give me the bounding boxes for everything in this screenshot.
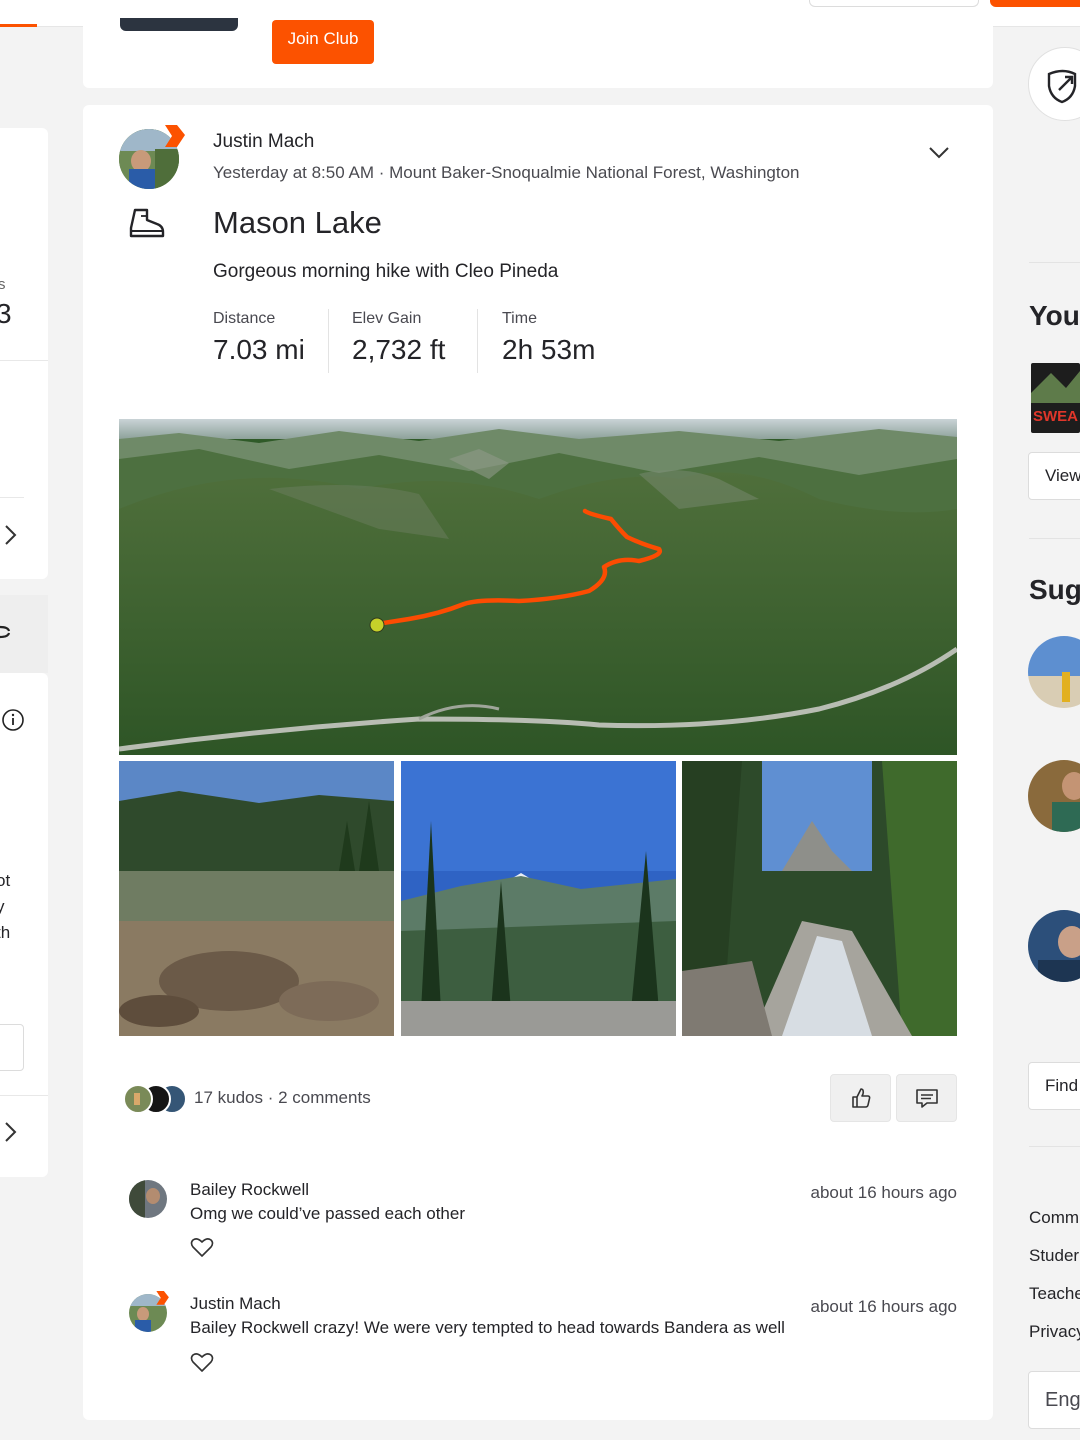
stat-value: 7.03 mi [213,334,305,365]
stat-label: Time [502,310,537,327]
comment-author[interactable]: Bailey Rockwell [190,1180,309,1200]
route-map-3d[interactable] [119,419,957,755]
view-all-clubs-button[interactable]: View [1028,452,1080,500]
comment-author[interactable]: Justin Mach [190,1294,281,1314]
left-stat-value: 3 [0,298,12,329]
footer-link[interactable]: Teache [1029,1284,1080,1304]
stat-distance: Distance 7.03 mi [213,310,305,374]
club-banner-fragment [120,18,238,31]
chevron-right-icon[interactable] [4,524,18,546]
comment-timestamp: about 16 hours ago [810,1183,957,1202]
search-field[interactable] [809,0,979,7]
athlete-name[interactable]: Justin Mach [213,131,314,153]
left-challenge-card: ot y th [0,673,48,1177]
stat-time: Time 2h 53m [502,310,595,374]
heart-icon[interactable] [190,1351,214,1373]
heart-icon[interactable] [190,1236,214,1258]
left-text-line: th [0,923,11,942]
badge-circle[interactable] [1028,47,1080,121]
left-button[interactable] [0,1024,24,1071]
description-text: Gorgeous morning hike with [213,261,455,282]
nav-active-indicator [0,24,37,27]
subscriber-badge-icon [156,1291,169,1305]
footer-link[interactable]: Comm [1029,1208,1079,1228]
subscriber-badge-icon [165,125,185,147]
divider [1029,262,1080,263]
activity-photo-lake[interactable] [119,761,394,1036]
mention-link[interactable]: Bailey Rockwell [190,1318,309,1337]
join-club-button[interactable]: Join Club [272,20,374,64]
club-thumbnail[interactable]: SWEA [1031,363,1080,433]
left-profile-card: s 3 [0,128,48,579]
chevron-down-icon[interactable] [926,141,952,163]
activity-photo-creek[interactable] [682,761,957,1036]
left-text-line: ot [0,871,11,890]
thumbs-up-icon [851,1088,870,1108]
left-text-line: y [0,897,5,916]
stat-elev-gain: Elev Gain 2,732 ft [352,310,445,374]
divider [1029,1146,1080,1147]
stat-value: 2h 53m [502,334,596,365]
comment-text: Omg we could’ve passed each other [190,1204,465,1223]
divider [0,1095,48,1096]
stat-label: Distance [213,310,276,327]
activity-meta: Yesterday at 8:50 AM · Mount Baker-Snoqu… [213,163,800,182]
comment-text: Bailey Rockwell crazy! We were very temp… [190,1318,785,1338]
comment-button[interactable] [896,1074,957,1122]
suggested-athlete-avatar[interactable] [1028,910,1080,982]
info-icon[interactable] [1,708,25,732]
divider [0,497,24,498]
suggested-heading: Sug [1029,574,1080,605]
divider [1029,538,1080,539]
commenter-avatar[interactable] [129,1180,167,1218]
stat-label: Elev Gain [352,310,422,327]
language-select[interactable]: Eng [1028,1371,1080,1429]
stat-value: 2,732 ft [352,334,446,365]
svg-text:SWEA: SWEA [1033,408,1078,425]
comment-timestamp: about 16 hours ago [810,1297,957,1316]
hike-icon [129,208,165,238]
stat-divider [328,309,329,373]
divider [0,360,48,361]
activity-title[interactable]: Mason Lake [213,205,382,241]
activity-card: Justin Mach Yesterday at 8:50 AM · Mount… [83,105,993,1420]
comment-icon [915,1089,938,1108]
stat-divider [477,309,478,373]
comment-body: crazy! We were very tempted to head towa… [309,1318,785,1337]
club-card: Join Club [83,18,993,88]
suggested-athlete-avatar[interactable] [1028,636,1080,708]
footer-link[interactable]: Studer [1029,1246,1079,1266]
kudos-comments-count[interactable]: 17 kudos · 2 comments [194,1088,371,1108]
give-kudos-button[interactable] [830,1074,891,1122]
upload-button[interactable] [990,0,1080,7]
activity-photo-mountain-view[interactable] [401,761,676,1036]
shield-arrow-icon [1047,69,1077,104]
strava-logo-fragment-icon [0,625,11,639]
suggested-athlete-avatar[interactable] [1028,760,1080,832]
find-friends-button[interactable]: Find [1028,1062,1080,1110]
kudos-avatar-stack[interactable] [120,1083,190,1115]
tagged-athlete-link[interactable]: Cleo Pineda [455,261,559,282]
activity-description: Gorgeous morning hike with Cleo Pineda [213,261,558,283]
chevron-right-icon[interactable] [4,1121,18,1143]
footer-link[interactable]: Privacy [1029,1322,1080,1342]
left-stat-label: s [0,276,6,293]
your-clubs-heading: You [1029,300,1080,331]
left-challenge-header [0,595,48,673]
